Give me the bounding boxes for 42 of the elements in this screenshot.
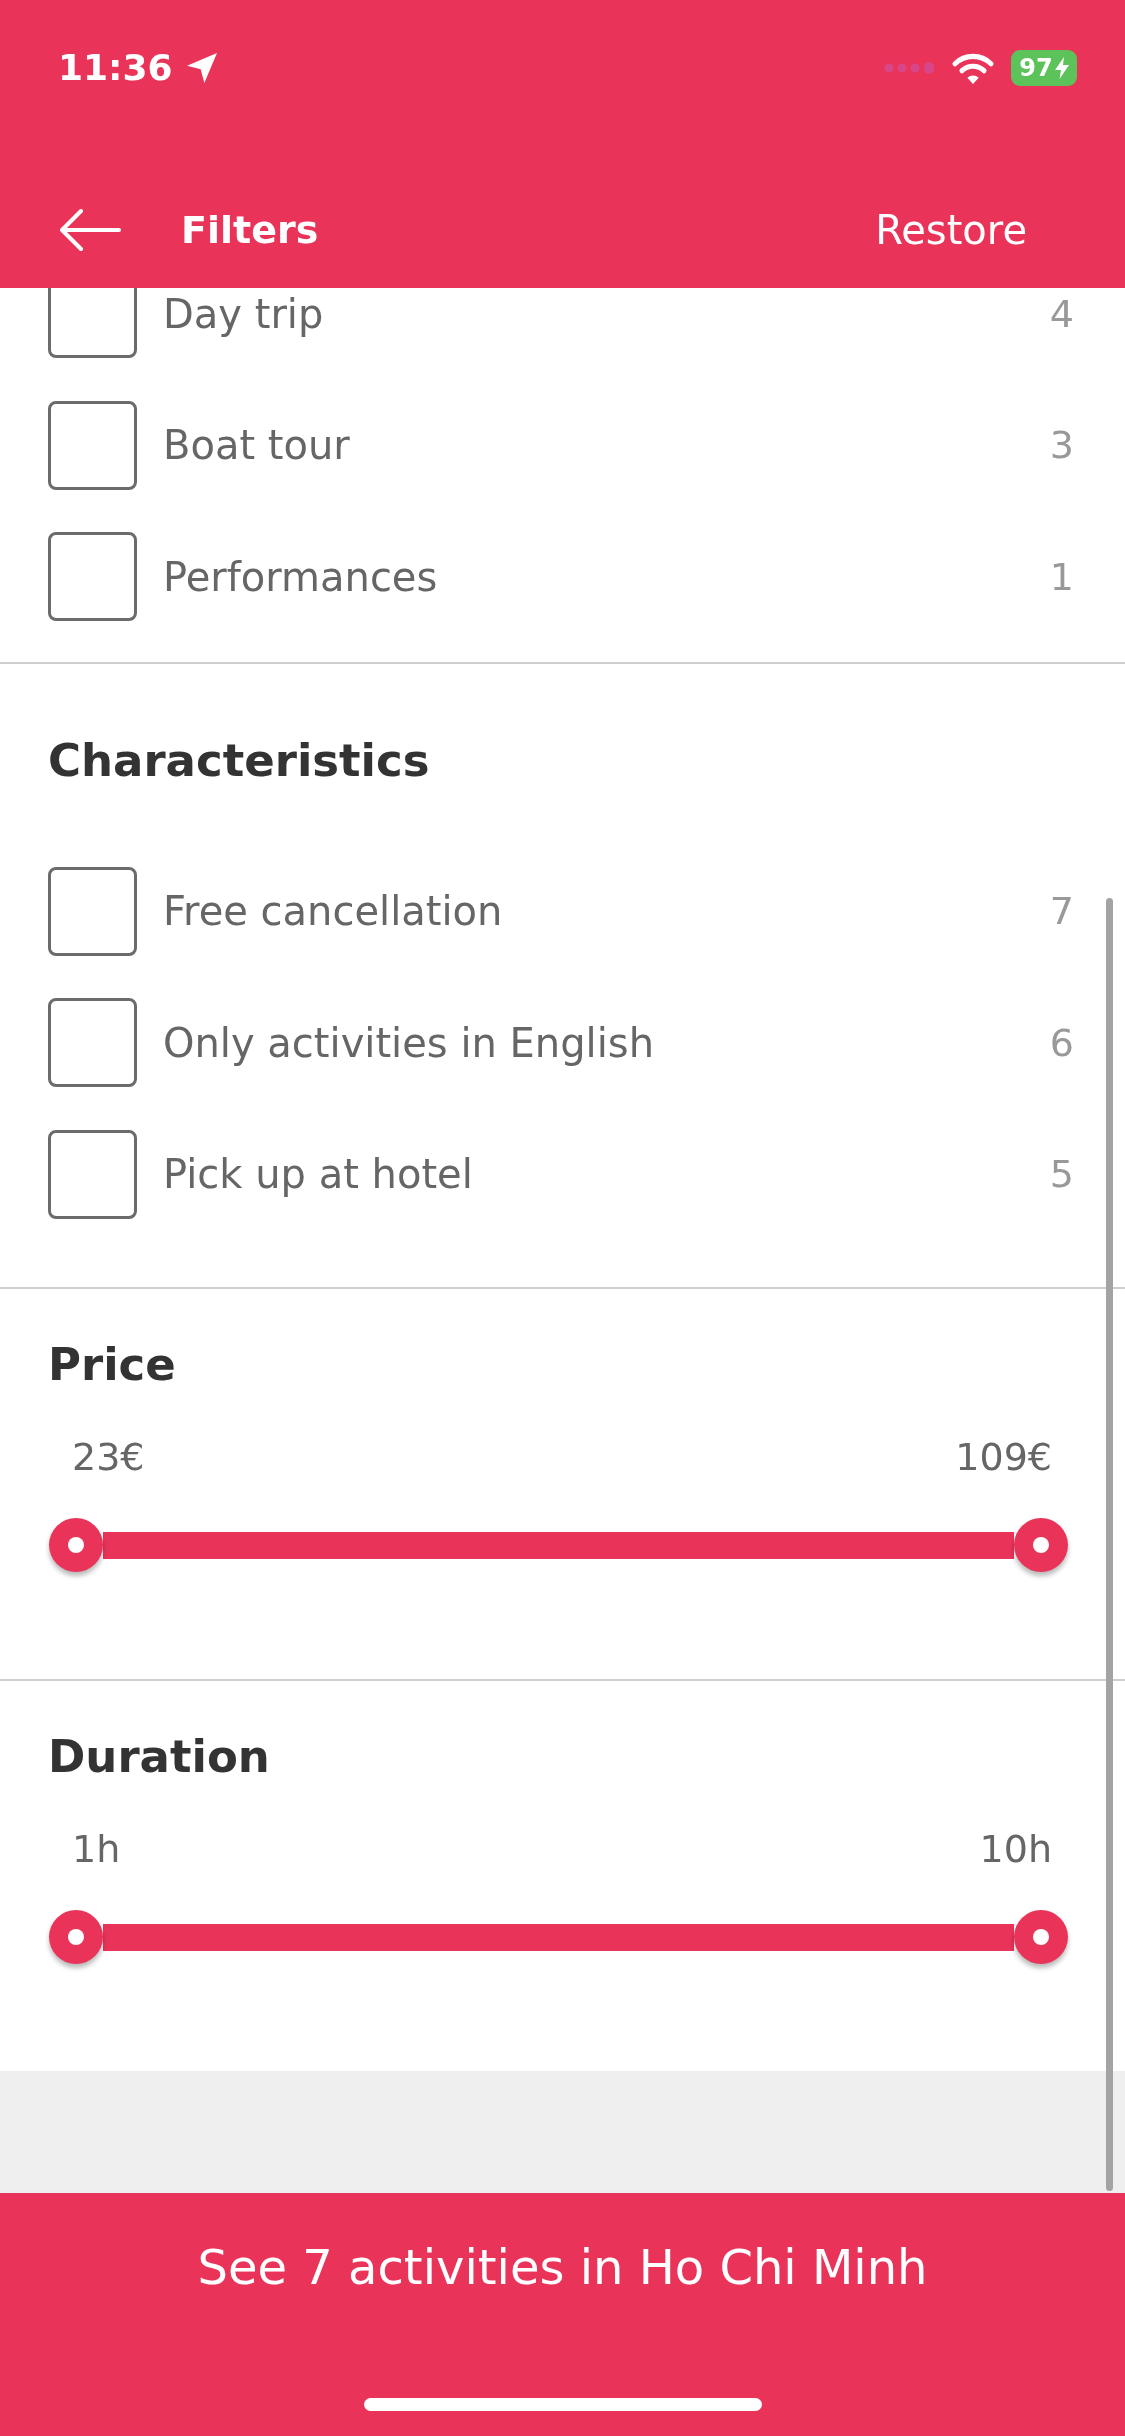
checkbox[interactable] bbox=[48, 400, 137, 490]
bolt-icon bbox=[1054, 57, 1069, 79]
checkbox[interactable] bbox=[48, 998, 137, 1088]
range-min-label: 23€ bbox=[72, 1434, 145, 1480]
slider-track[interactable] bbox=[103, 1923, 1014, 1951]
range-min-label: 1h bbox=[72, 1826, 121, 1872]
wifi-icon bbox=[951, 51, 995, 85]
section-heading: Characteristics bbox=[48, 732, 431, 789]
option-label: Only activities in English bbox=[163, 1018, 655, 1067]
option-count: 4 bbox=[1049, 290, 1074, 338]
section-heading: Duration bbox=[48, 1729, 271, 1785]
slider-handle[interactable] bbox=[1014, 1910, 1068, 1964]
checkbox[interactable] bbox=[48, 1129, 137, 1219]
signal-icon bbox=[883, 62, 935, 74]
option-count: 6 bbox=[1049, 1019, 1074, 1067]
screen-title: Filters bbox=[181, 208, 319, 252]
option-count: 5 bbox=[1049, 1151, 1074, 1199]
slider-handle[interactable] bbox=[49, 1910, 103, 1964]
range-max-label: 109€ bbox=[955, 1434, 1052, 1480]
slider-handle[interactable] bbox=[49, 1518, 103, 1572]
checkbox[interactable] bbox=[48, 532, 137, 622]
see-activities-button[interactable]: See 7 activities in Ho Chi Minh bbox=[0, 2193, 1125, 2436]
option-label: Pick up at hotel bbox=[163, 1150, 474, 1199]
location-arrow-icon bbox=[186, 53, 217, 83]
option-count: 7 bbox=[1049, 888, 1074, 936]
option-label: Boat tour bbox=[163, 421, 351, 470]
checkbox[interactable] bbox=[48, 866, 137, 956]
section-heading: Price bbox=[48, 1337, 177, 1393]
status-time: 11:36 bbox=[58, 46, 173, 90]
option-label: Free cancellation bbox=[163, 887, 504, 936]
back-button[interactable] bbox=[59, 209, 121, 251]
slider-handle[interactable] bbox=[1014, 1518, 1068, 1572]
checkbox[interactable] bbox=[48, 288, 137, 359]
option-label: Day trip bbox=[163, 289, 325, 338]
back-arrow-icon bbox=[59, 209, 121, 251]
slider-track[interactable] bbox=[103, 1531, 1014, 1559]
option-label: Performances bbox=[163, 552, 439, 601]
battery-percent: 97 bbox=[1019, 54, 1053, 82]
option-count: 3 bbox=[1049, 422, 1074, 470]
range-max-label: 10h bbox=[979, 1826, 1052, 1872]
restore-button[interactable]: Restore bbox=[875, 207, 1027, 253]
option-count: 1 bbox=[1049, 553, 1074, 601]
